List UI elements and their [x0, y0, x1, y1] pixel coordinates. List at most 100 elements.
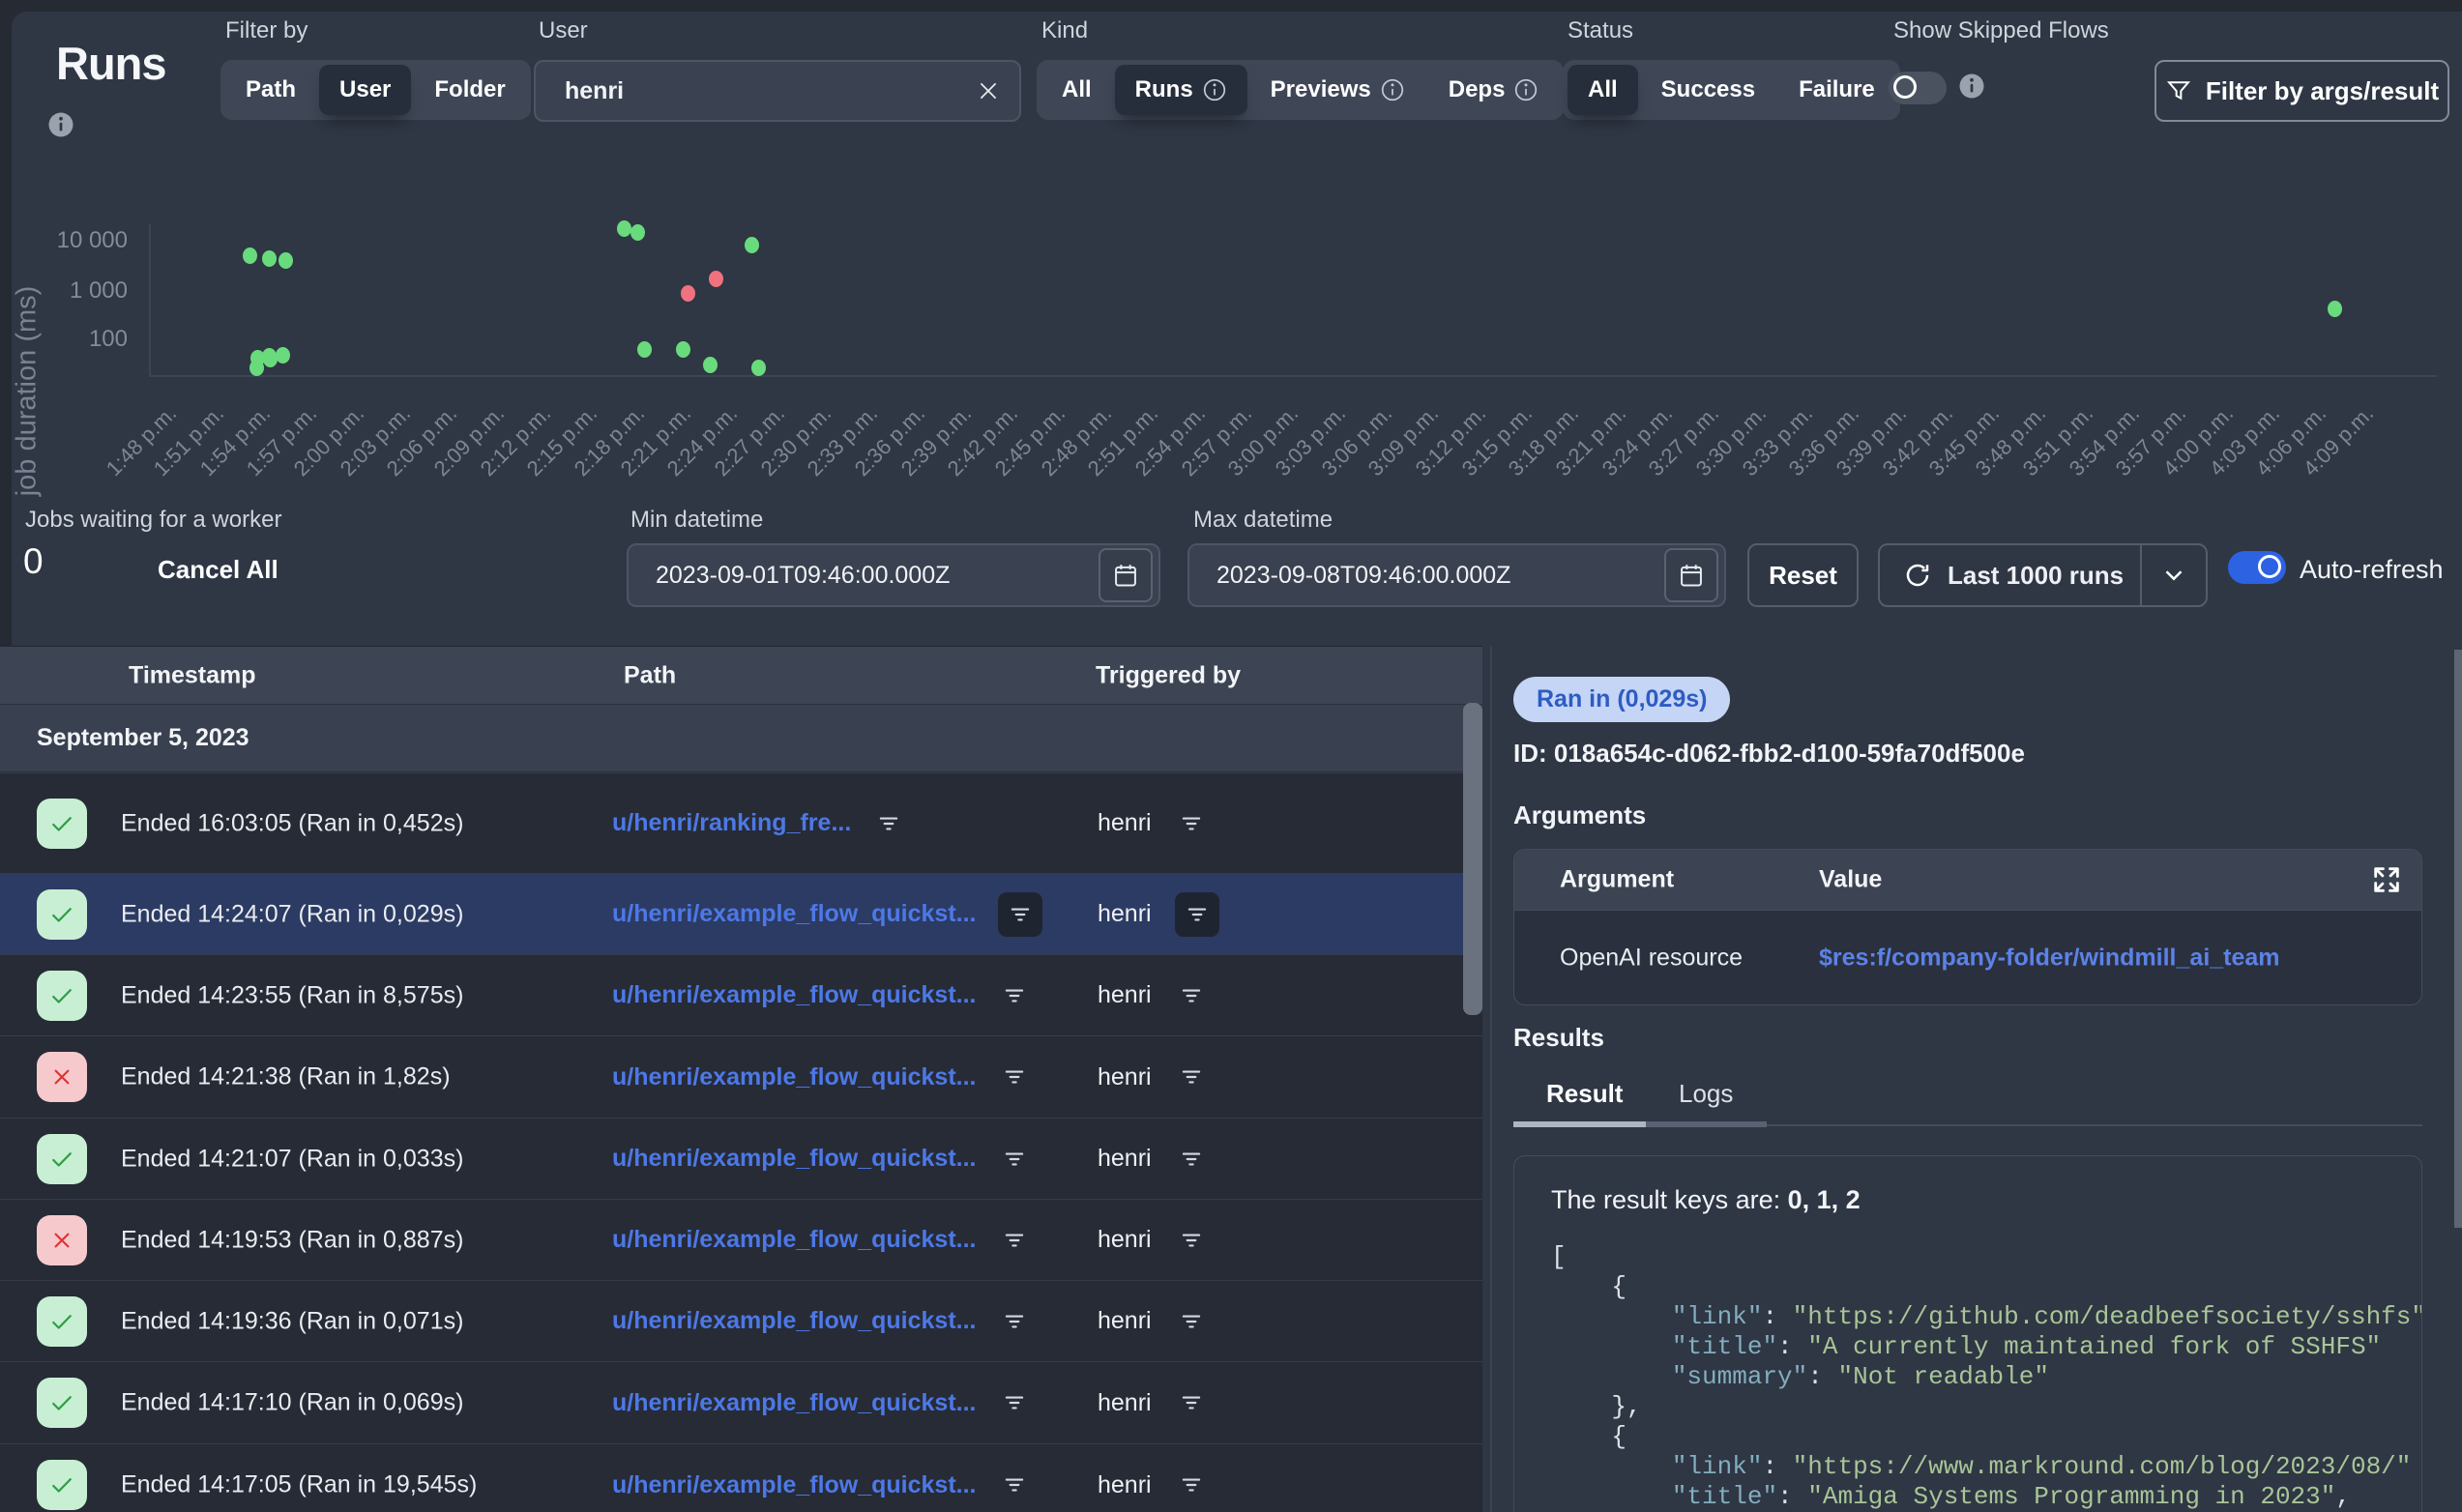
run-row[interactable]: Ended 14:24:07 (Ran in 0,029s)u/henri/ex… [0, 873, 1482, 954]
tab-logs[interactable]: Logs [1679, 1079, 1733, 1109]
success-point[interactable] [703, 357, 718, 373]
runs-dropdown-button[interactable] [2142, 545, 2206, 605]
run-path-link[interactable]: u/henri/example_flow_quickst... [612, 1307, 977, 1335]
filter-by-user-icon[interactable] [1175, 1143, 1208, 1176]
run-path-link[interactable]: u/henri/example_flow_quickst... [612, 900, 977, 928]
failure-point[interactable] [709, 271, 723, 287]
filter-by-path-icon[interactable] [998, 1468, 1031, 1501]
filter-by-option-folder[interactable]: Folder [414, 65, 525, 115]
filter-by-args-button[interactable]: Filter by args/result [2154, 60, 2449, 122]
run-row[interactable]: Ended 14:21:07 (Ran in 0,033s)u/henri/ex… [0, 1118, 1482, 1199]
clear-user-icon[interactable] [957, 62, 1019, 120]
triggered-by-cell: henri [1098, 1061, 1208, 1093]
success-point[interactable] [745, 237, 759, 253]
status-option-label: All [1588, 76, 1618, 103]
run-timestamp: Ended 14:17:05 (Ran in 19,545s) [121, 1471, 477, 1499]
path-cell: u/henri/example_flow_quickst... [612, 1468, 1031, 1501]
run-path-link[interactable]: u/henri/example_flow_quickst... [612, 1389, 977, 1417]
queue-label: Jobs waiting for a worker [25, 507, 281, 534]
run-path-link[interactable]: u/henri/ranking_fre... [612, 809, 851, 837]
success-point[interactable] [262, 250, 277, 267]
run-row[interactable]: Ended 14:19:53 (Ran in 0,887s)u/henri/ex… [0, 1199, 1482, 1280]
tab-result[interactable]: Result [1546, 1079, 1623, 1109]
info-icon[interactable] [1380, 77, 1405, 102]
kind-option-runs[interactable]: Runs [1115, 65, 1247, 115]
run-row[interactable]: Ended 14:17:05 (Ran in 19,545s) u/henri/e… [0, 1443, 1482, 1512]
filter-by-path-icon[interactable] [998, 1143, 1031, 1176]
success-point[interactable] [617, 220, 631, 237]
skipped-flows-info-icon[interactable] [1957, 72, 1986, 101]
info-icon[interactable] [1202, 77, 1227, 102]
user-filter-input[interactable] [536, 77, 957, 105]
run-path-link[interactable]: u/henri/example_flow_quickst... [612, 1063, 977, 1091]
kind-option-label: Previews [1271, 76, 1371, 103]
filter-by-user-icon[interactable] [1175, 892, 1219, 937]
min-datetime-label: Min datetime [630, 507, 763, 534]
runs-info-icon[interactable] [46, 110, 75, 139]
argument-name: OpenAI resource [1560, 944, 1743, 972]
success-point[interactable] [637, 341, 652, 358]
success-point[interactable] [276, 347, 290, 363]
success-point[interactable] [2328, 301, 2342, 317]
arguments-table-row: OpenAI resource $res:f/company-folder/wi… [1514, 910, 2421, 1004]
failure-point[interactable] [681, 285, 695, 302]
triggered-by-cell: henri [1098, 807, 1208, 840]
auto-refresh-toggle[interactable] [2228, 551, 2286, 584]
run-row[interactable]: Ended 14:21:38 (Ran in 1,82s)u/henri/exa… [0, 1035, 1482, 1118]
filter-by-user-icon[interactable] [1175, 1305, 1208, 1338]
last-runs-button[interactable]: Last 1000 runs [1878, 543, 2208, 607]
reset-button[interactable]: Reset [1747, 543, 1859, 607]
filter-by-user-icon[interactable] [1175, 1386, 1208, 1419]
run-path-link[interactable]: u/henri/example_flow_quickst... [612, 1471, 977, 1499]
success-point[interactable] [630, 224, 645, 241]
min-calendar-icon[interactable] [1099, 548, 1153, 602]
success-point[interactable] [751, 360, 766, 376]
success-point[interactable] [676, 341, 690, 358]
max-datetime-input[interactable] [1189, 562, 1664, 590]
triggered-by-user: henri [1098, 981, 1152, 1009]
info-icon[interactable] [1513, 77, 1539, 102]
filter-by-user-icon[interactable] [1175, 1224, 1208, 1257]
kind-option-deps[interactable]: Deps [1428, 65, 1560, 115]
filter-by-path-icon[interactable] [998, 1305, 1031, 1338]
table-header: Timestamp Path Triggered by [0, 646, 1482, 705]
run-path-link[interactable]: u/henri/example_flow_quickst... [612, 1145, 977, 1173]
success-point[interactable] [278, 252, 293, 269]
filter-by-path-icon[interactable] [998, 979, 1031, 1012]
expand-icon[interactable] [2369, 862, 2404, 897]
result-intro-text: The result keys are: [1551, 1185, 1788, 1214]
filter-by-path-icon[interactable] [998, 1386, 1031, 1419]
filter-by-user-icon[interactable] [1175, 979, 1208, 1012]
status-option-success[interactable]: Success [1641, 65, 1775, 115]
show-skipped-flows-toggle[interactable] [1889, 72, 1947, 104]
filter-by-option-path[interactable]: Path [225, 65, 316, 115]
table-scrollbar[interactable] [1463, 703, 1482, 1015]
filter-by-path-icon[interactable] [872, 807, 905, 840]
run-path-link[interactable]: u/henri/example_flow_quickst... [612, 981, 977, 1009]
filter-by-option-user[interactable]: User [319, 65, 411, 115]
run-row[interactable]: Ended 14:19:36 (Ran in 0,071s)u/henri/ex… [0, 1280, 1482, 1361]
argument-value-link[interactable]: $res:f/company-folder/windmill_ai_team [1819, 944, 2280, 972]
run-path-link[interactable]: u/henri/example_flow_quickst... [612, 1226, 977, 1254]
cancel-all-button[interactable]: Cancel All [158, 555, 278, 585]
filter-by-path-icon[interactable] [998, 892, 1042, 937]
max-calendar-icon[interactable] [1664, 548, 1718, 602]
status-option-failure[interactable]: Failure [1778, 65, 1895, 115]
kind-option-all[interactable]: All [1041, 65, 1112, 115]
filter-by-path-icon[interactable] [998, 1061, 1031, 1093]
filter-by-user-icon[interactable] [1175, 807, 1208, 840]
run-row[interactable]: Ended 14:17:10 (Ran in 0,069s)u/henri/ex… [0, 1361, 1482, 1443]
filter-by-user-icon[interactable] [1175, 1061, 1208, 1093]
kind-option-previews[interactable]: Previews [1250, 65, 1425, 115]
min-datetime-input[interactable] [629, 562, 1099, 590]
run-row[interactable]: Ended 16:03:05 (Ran in 0,452s)u/henri/ra… [0, 772, 1482, 873]
success-point[interactable] [243, 247, 257, 264]
filter-by-path-icon[interactable] [998, 1224, 1031, 1257]
col-path: Path [624, 662, 676, 690]
status-option-all[interactable]: All [1568, 65, 1638, 115]
filter-by-user-icon[interactable] [1175, 1468, 1208, 1501]
max-datetime-label: Max datetime [1193, 507, 1333, 534]
panel-scrollbar[interactable] [2454, 650, 2462, 1228]
run-row[interactable]: Ended 14:23:55 (Ran in 8,575s)u/henri/ex… [0, 954, 1482, 1035]
active-tab-indicator [1513, 1121, 1646, 1127]
